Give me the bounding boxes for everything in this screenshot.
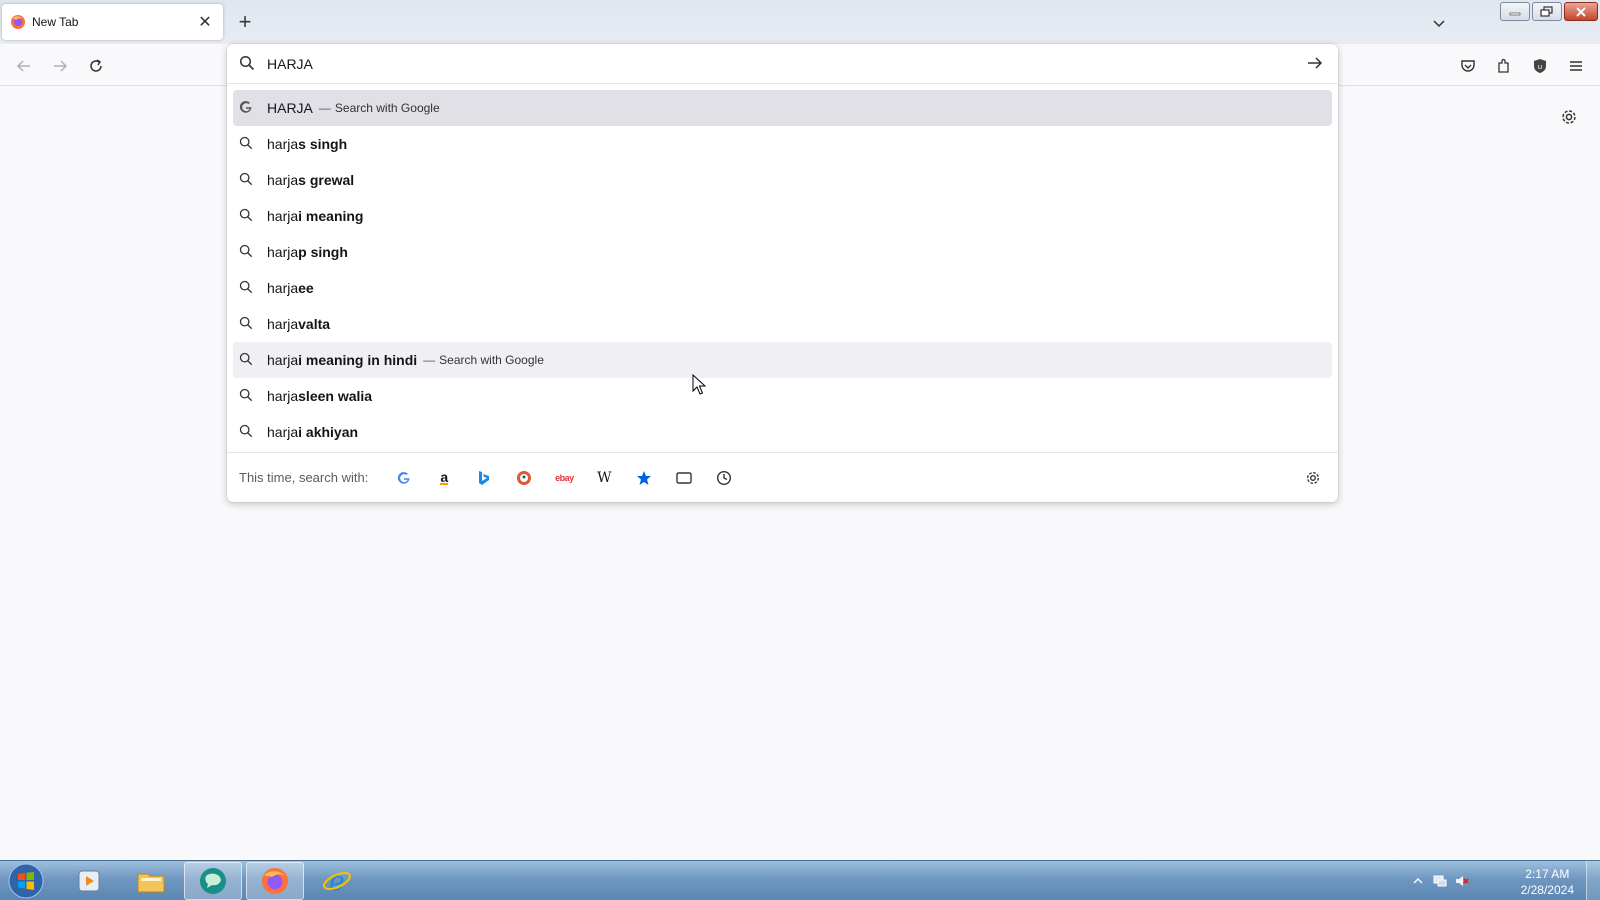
show-hidden-icons-icon[interactable] [1410, 873, 1426, 889]
search-icon [239, 388, 255, 404]
close-tab-icon[interactable]: ✕ [195, 12, 215, 32]
address-bar[interactable]: HARJA [227, 44, 1338, 84]
file-explorer-icon[interactable] [122, 862, 180, 900]
address-bar-dropdown: HARJA HARJA — Search with Google harja s … [227, 44, 1338, 502]
address-input[interactable]: HARJA [267, 56, 313, 72]
clock[interactable]: 2:17 AM 2/28/2024 [1521, 866, 1574, 898]
bing-icon[interactable] [464, 462, 504, 494]
suggestion-row[interactable]: harja valta [233, 306, 1332, 342]
taskbar: e 2:17 AM 2/28/2024 [0, 860, 1600, 900]
restore-button[interactable] [1532, 2, 1562, 21]
search-icon [239, 316, 255, 332]
one-off-search-bar: This time, search with: a ebay W [227, 452, 1338, 502]
suggestion-row[interactable]: harja s singh [233, 126, 1332, 162]
suggestion-row[interactable]: harja sleen walia [233, 378, 1332, 414]
search-settings-gear-icon[interactable] [1298, 463, 1328, 493]
search-icon [239, 352, 255, 368]
newtab-settings-gear-icon[interactable] [1556, 104, 1582, 130]
firefox-icon[interactable] [246, 862, 304, 900]
suggestion-row[interactable]: HARJA — Search with Google [233, 90, 1332, 126]
mouse-cursor-icon [692, 373, 708, 396]
bookmarks-star-icon[interactable] [624, 462, 664, 494]
suggestion-row[interactable]: harja i meaning in hindi — Search with Go… [233, 342, 1332, 378]
suggestion-row[interactable]: harja i meaning [233, 198, 1332, 234]
google-icon[interactable] [384, 462, 424, 494]
menu-icon[interactable] [1562, 52, 1590, 80]
close-window-button[interactable] [1564, 2, 1598, 21]
firefox-icon [10, 14, 26, 30]
one-off-label: This time, search with: [239, 470, 369, 485]
google-icon [239, 100, 255, 116]
new-tab-button[interactable]: + [232, 9, 258, 35]
start-button[interactable] [6, 862, 46, 900]
search-icon [239, 244, 255, 260]
media-player-icon[interactable] [60, 862, 118, 900]
amazon-icon[interactable]: a [424, 462, 464, 494]
svg-text:u: u [1538, 63, 1542, 71]
show-desktop-button[interactable] [1586, 861, 1600, 900]
extensions-icon[interactable] [1490, 52, 1518, 80]
search-icon [239, 208, 255, 224]
clock-date: 2/28/2024 [1520, 883, 1574, 897]
tab-strip: New Tab ✕ + [0, 0, 1600, 44]
suggestion-list: HARJA — Search with Google harja s singh … [233, 90, 1332, 450]
search-icon [239, 280, 255, 296]
forward-icon[interactable] [46, 52, 74, 80]
svg-text:e: e [329, 867, 344, 896]
suggestion-row[interactable]: harja p singh [233, 234, 1332, 270]
tab-title: New Tab [32, 15, 79, 29]
history-clock-icon[interactable] [704, 462, 744, 494]
go-arrow-icon[interactable] [1306, 54, 1326, 74]
clock-time: 2:17 AM [1525, 867, 1570, 881]
suggestion-row[interactable]: harja ee [233, 270, 1332, 306]
chevron-down-icon[interactable] [1428, 12, 1450, 34]
wikipedia-icon[interactable]: W [584, 462, 624, 494]
ublock-shield-icon[interactable]: u [1526, 52, 1554, 80]
search-icon [239, 55, 257, 73]
volume-muted-icon[interactable] [1454, 873, 1470, 889]
search-icon [239, 172, 255, 188]
tab-new-tab[interactable]: New Tab ✕ [2, 4, 223, 40]
chat-app-icon[interactable] [184, 862, 242, 900]
pocket-icon[interactable] [1454, 52, 1482, 80]
search-icon [239, 424, 255, 440]
system-tray: 2:17 AM 2/28/2024 [1410, 861, 1600, 900]
suggestion-row[interactable]: harja s grewal [233, 162, 1332, 198]
network-icon[interactable] [1432, 873, 1448, 889]
search-icon [239, 136, 255, 152]
reload-icon[interactable] [82, 52, 110, 80]
tabs-icon[interactable] [664, 462, 704, 494]
suggestion-row[interactable]: harja i akhiyan [233, 414, 1332, 450]
internet-explorer-icon[interactable]: e [308, 862, 366, 900]
minimize-button[interactable] [1500, 2, 1530, 21]
duckduckgo-icon[interactable] [504, 462, 544, 494]
back-icon[interactable] [10, 52, 38, 80]
ebay-icon[interactable]: ebay [544, 462, 584, 494]
